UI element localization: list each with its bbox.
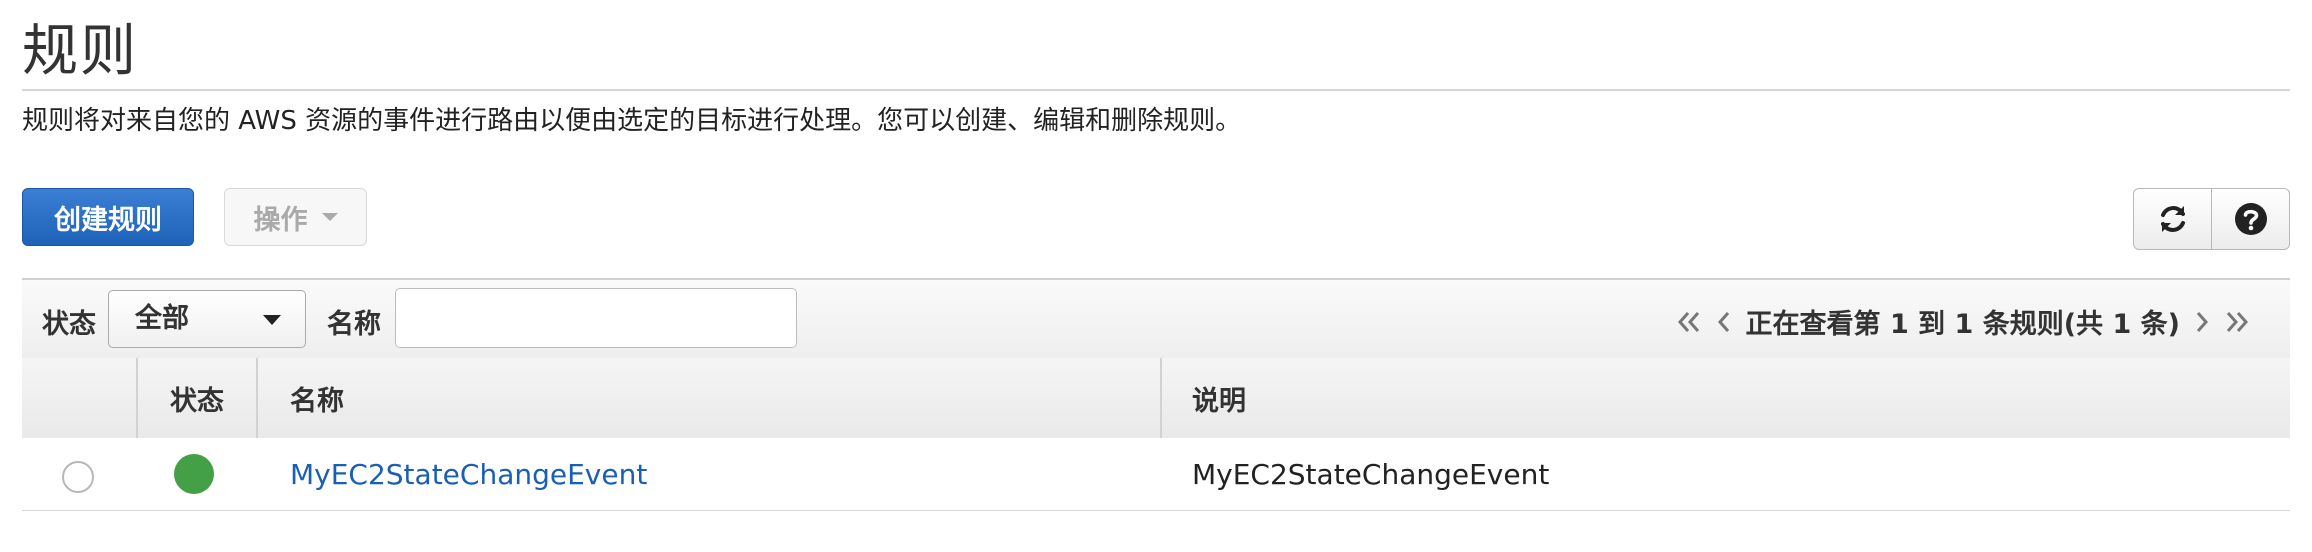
row-select-radio[interactable] bbox=[62, 461, 94, 493]
rule-description: MyEC2StateChangeEvent bbox=[1192, 458, 1550, 491]
column-separator bbox=[1160, 358, 1162, 438]
page-description: 规则将对来自您的 AWS 资源的事件进行路由以便由选定的目标进行处理。您可以创建… bbox=[22, 106, 1242, 136]
chevron-down-icon bbox=[321, 213, 338, 221]
chevron-down-icon bbox=[263, 315, 281, 325]
first-page-icon[interactable] bbox=[1676, 310, 1702, 334]
help-icon bbox=[2234, 203, 2267, 235]
title-divider bbox=[22, 89, 2290, 91]
name-filter-input[interactable] bbox=[395, 288, 797, 348]
table-header: 状态 名称 说明 bbox=[22, 358, 2290, 439]
actions-label: 操作 bbox=[253, 204, 308, 236]
status-filter-label: 状态 bbox=[42, 309, 96, 340]
status-indicator bbox=[174, 454, 214, 494]
last-page-icon[interactable] bbox=[2224, 310, 2250, 334]
actions-button[interactable]: 操作 bbox=[224, 188, 367, 246]
column-header-name[interactable]: 名称 bbox=[290, 358, 344, 438]
previous-page-icon[interactable] bbox=[1716, 310, 1732, 334]
rule-name-link[interactable]: MyEC2StateChangeEvent bbox=[290, 458, 647, 491]
column-separator bbox=[136, 358, 138, 438]
tool-button-group bbox=[2133, 188, 2290, 250]
filter-bar: 状态 全部 名称 正在查看第 1 到 1 条规则(共 1 条) bbox=[22, 278, 2290, 361]
create-rule-button[interactable]: 创建规则 bbox=[22, 188, 194, 246]
table-row[interactable]: MyEC2StateChangeEvent MyEC2StateChangeEv… bbox=[22, 438, 2290, 511]
name-filter-label: 名称 bbox=[327, 309, 381, 340]
column-separator bbox=[256, 358, 258, 438]
column-header-status[interactable]: 状态 bbox=[170, 358, 224, 438]
help-button[interactable] bbox=[2211, 189, 2289, 249]
page-title: 规则 bbox=[22, 19, 138, 84]
status-filter-select[interactable]: 全部 bbox=[108, 290, 306, 348]
refresh-icon bbox=[2160, 206, 2185, 232]
pagination-text: 正在查看第 1 到 1 条规则(共 1 条) bbox=[1745, 309, 2180, 340]
status-filter-value: 全部 bbox=[135, 303, 189, 334]
pagination: 正在查看第 1 到 1 条规则(共 1 条) bbox=[1676, 302, 2250, 341]
refresh-button[interactable] bbox=[2134, 189, 2211, 249]
column-header-description[interactable]: 说明 bbox=[1192, 358, 1246, 438]
next-page-icon[interactable] bbox=[2194, 310, 2210, 334]
